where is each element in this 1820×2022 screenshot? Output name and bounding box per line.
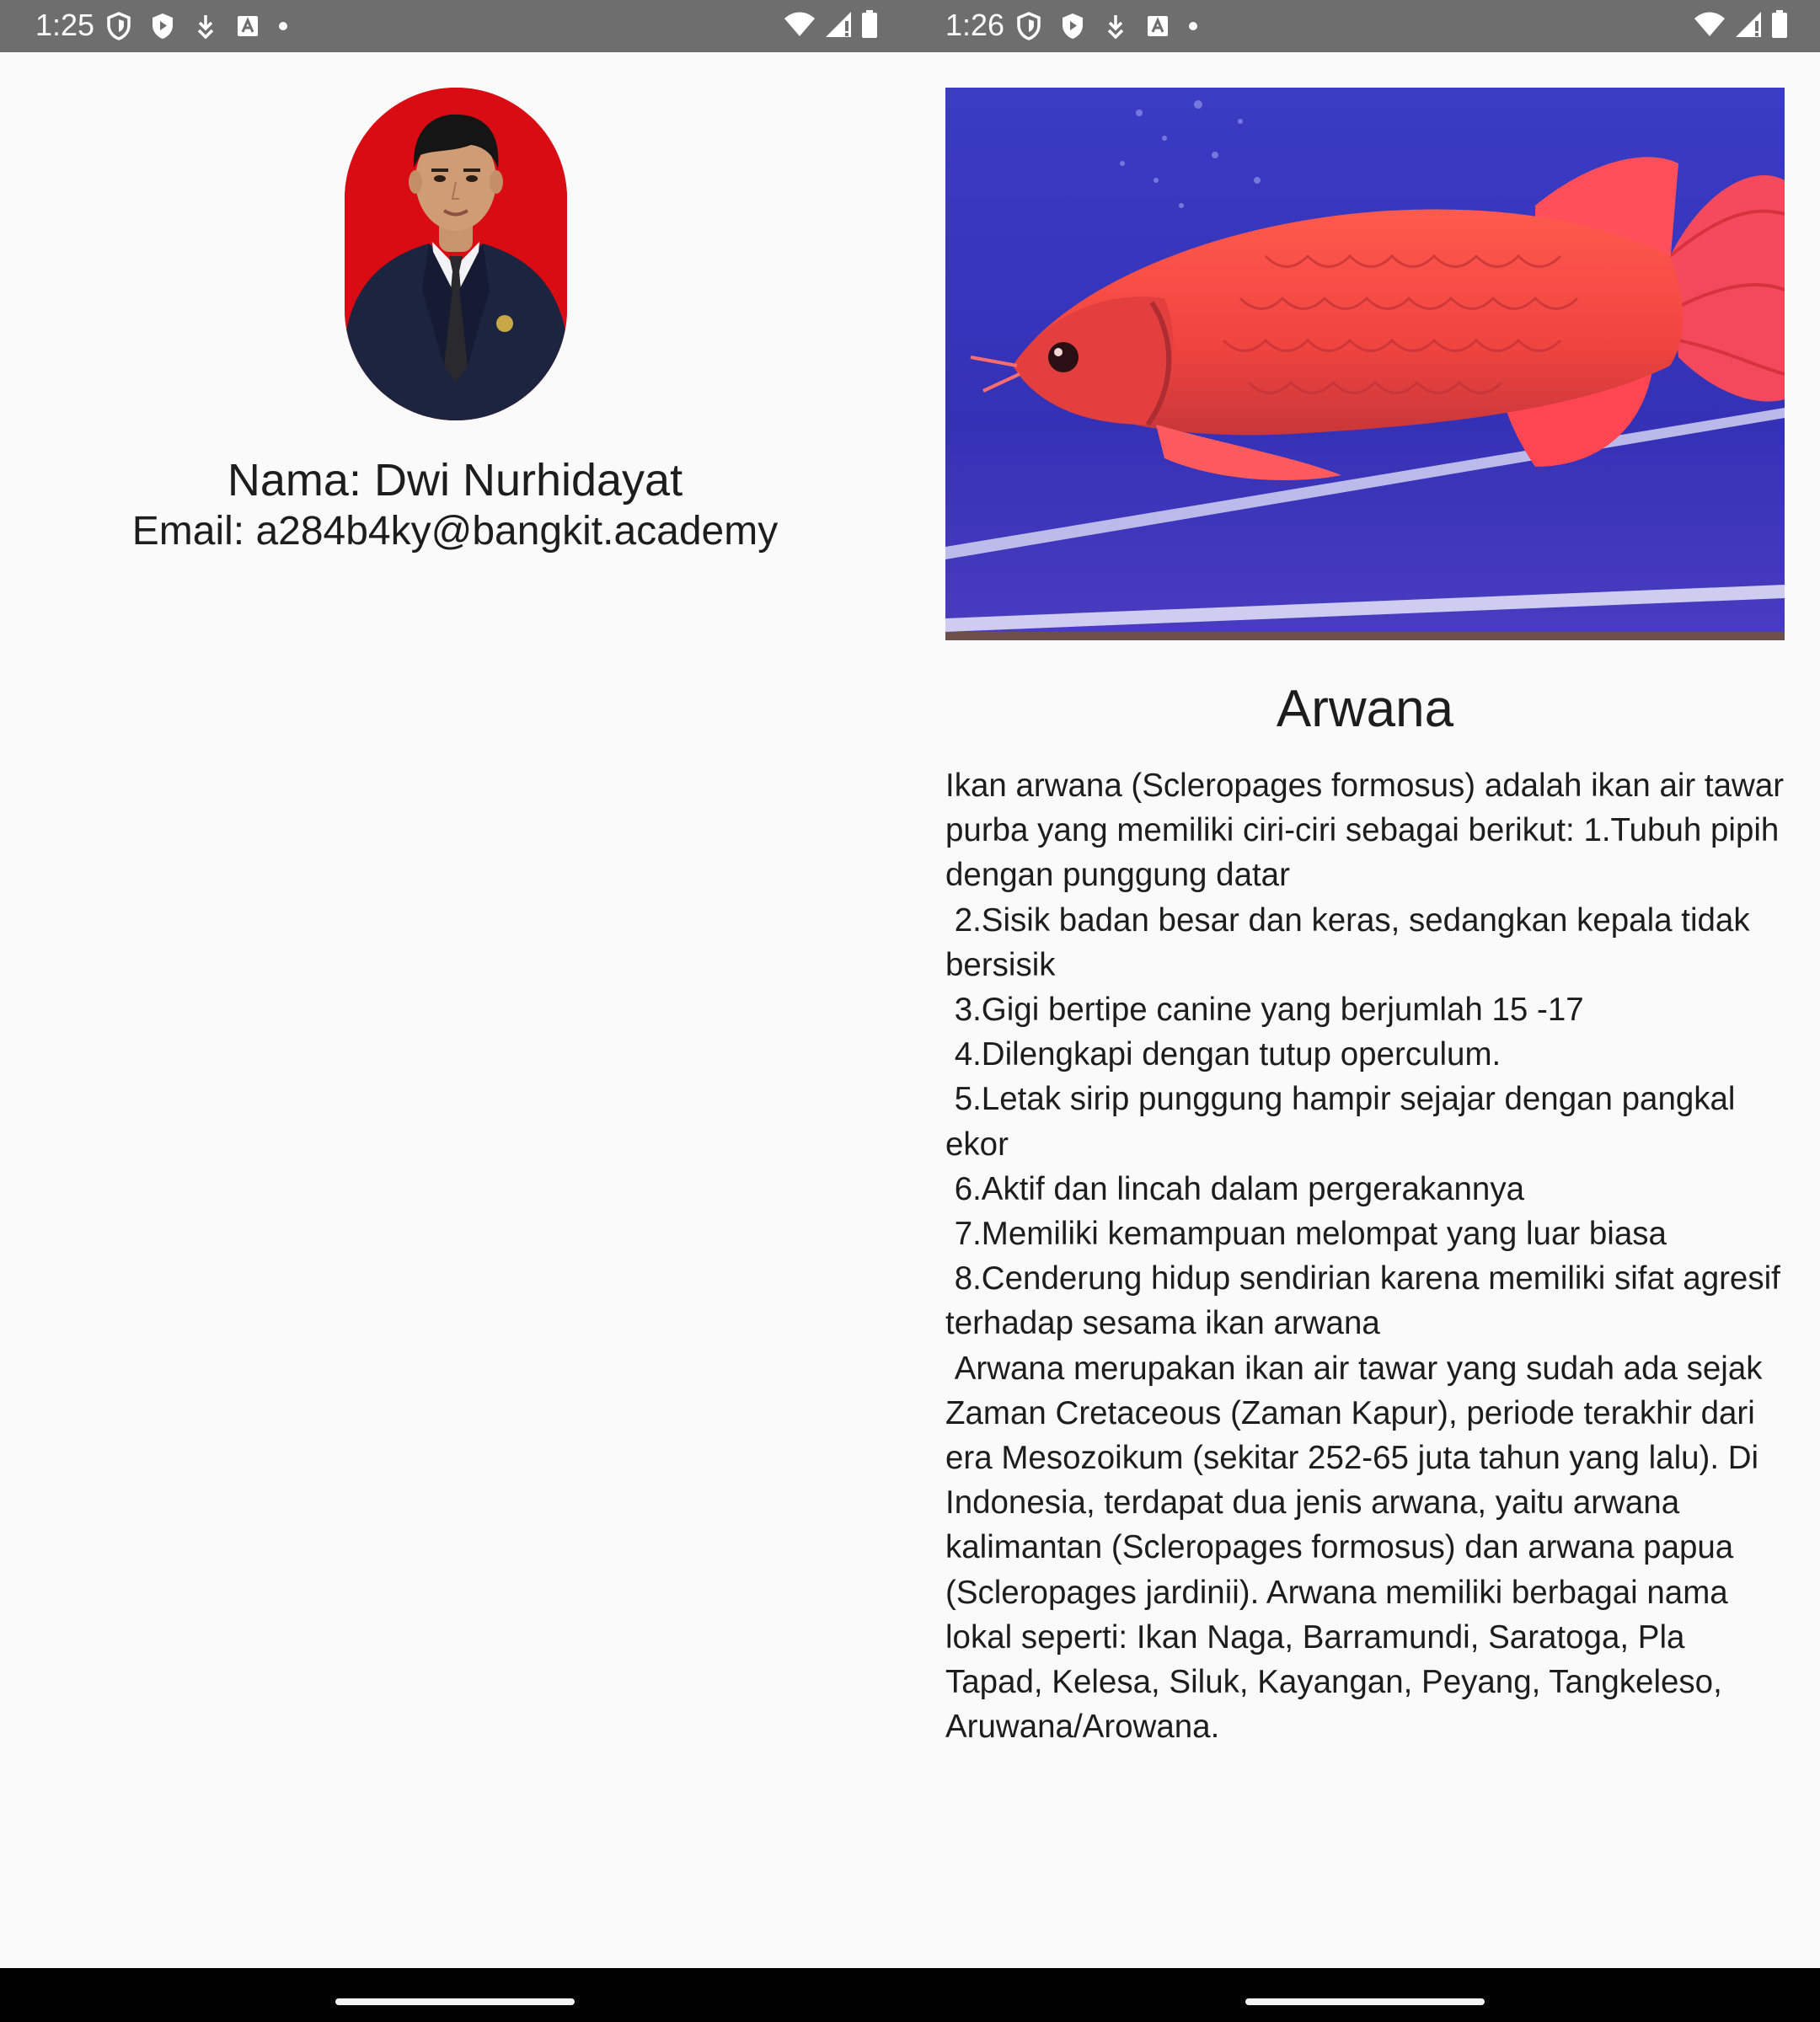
wifi-icon (784, 12, 816, 41)
signal-icon (1734, 11, 1763, 42)
profile-email: Email: a284b4ky@bangkit.academy (131, 509, 779, 554)
battery-icon (861, 9, 878, 43)
home-gesture-handle[interactable] (1245, 1998, 1485, 2005)
battery-icon (1771, 9, 1788, 43)
navigation-bar (910, 1968, 1820, 2022)
detail-screen: 1:26 Arwana Ikan arwana (Scleropages for… (910, 0, 1820, 2022)
dot-icon (1188, 21, 1198, 31)
download-icon (194, 13, 217, 39)
status-bar: 1:26 (910, 0, 1820, 52)
navigation-bar (0, 1968, 910, 2022)
shield-icon (106, 12, 131, 40)
download-icon (1104, 13, 1127, 39)
profile-photo (345, 88, 567, 420)
fish-description: Ikan arwana (Scleropages formosus) adala… (945, 768, 1785, 1746)
signal-icon (824, 11, 853, 42)
font-a-icon (236, 14, 260, 38)
status-time: 1:26 (945, 8, 1005, 42)
wifi-icon (1694, 12, 1726, 41)
arwana-fish-image (945, 88, 1785, 640)
shield-icon (1016, 12, 1041, 40)
play-protect-icon (1060, 12, 1085, 40)
status-bar: 1:25 (0, 0, 910, 52)
home-gesture-handle[interactable] (335, 1998, 575, 2005)
status-time: 1:25 (35, 8, 95, 42)
fish-title: Arwana (1276, 680, 1454, 738)
font-a-icon (1146, 14, 1170, 38)
profile-screen: 1:25 Nama: Dwi Nurhidayat Email: a284b4k… (0, 0, 910, 2022)
play-protect-icon (150, 12, 175, 40)
dot-icon (278, 21, 288, 31)
